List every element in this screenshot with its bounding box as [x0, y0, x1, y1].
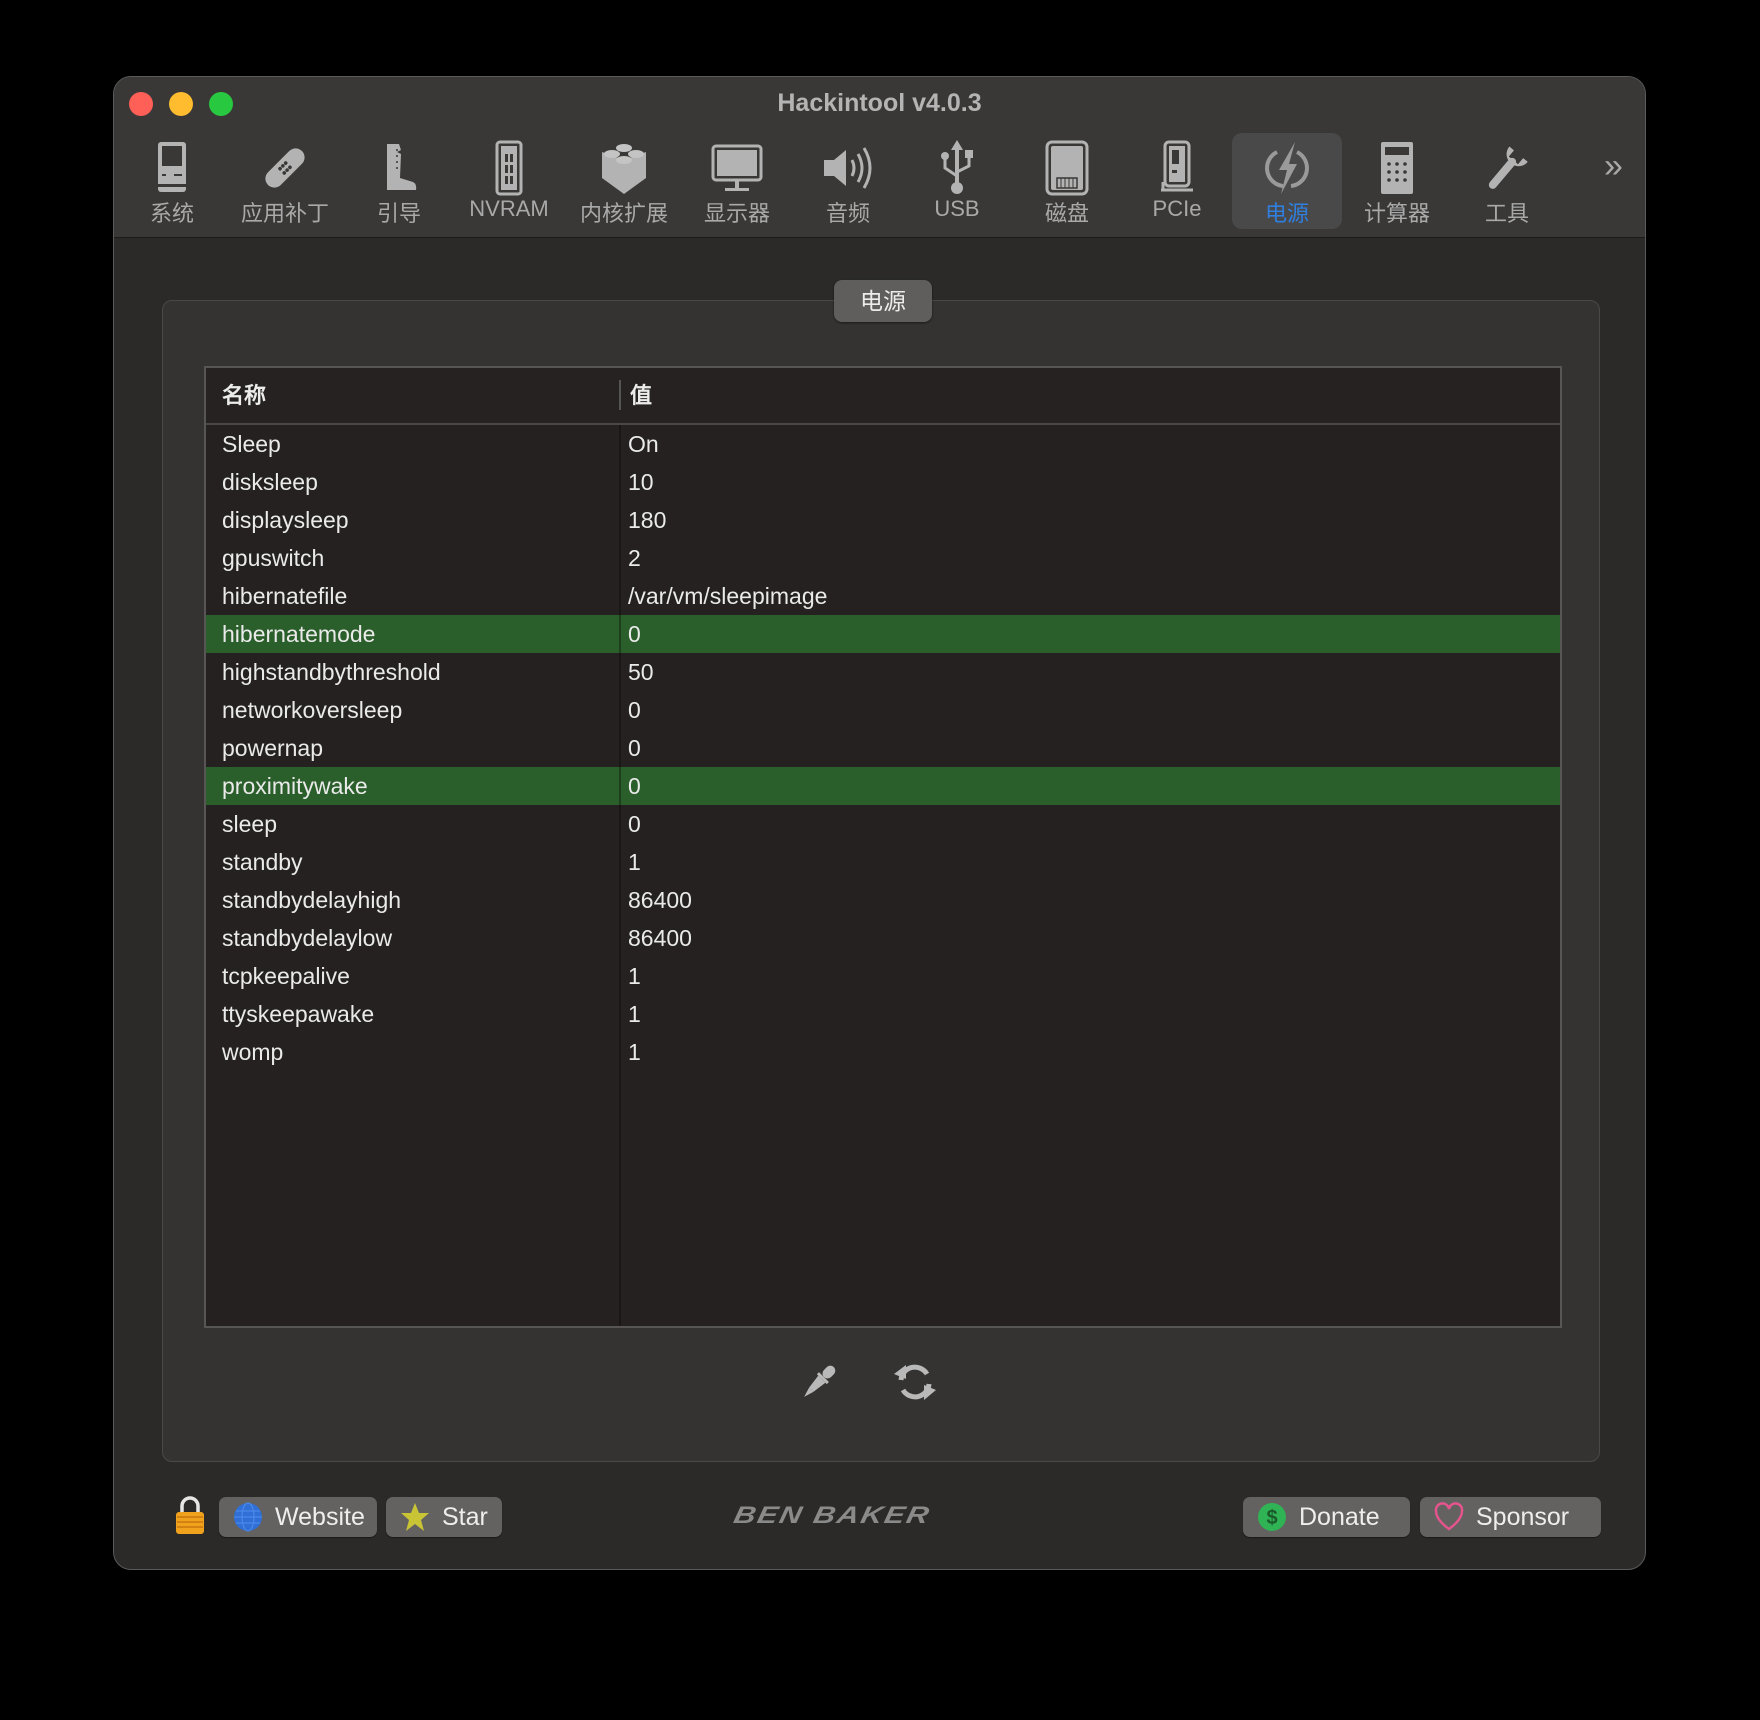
toolbar-overflow-chevron-icon[interactable]: »	[1604, 147, 1623, 186]
row-value: 1	[628, 1039, 641, 1065]
row-name: hibernatemode	[222, 621, 376, 647]
refresh-icon	[894, 1364, 936, 1400]
website-button[interactable]: Website	[219, 1497, 377, 1537]
row-value: /var/vm/sleepimage	[628, 583, 828, 609]
table-row[interactable]: highstandbythreshold 50	[206, 653, 1560, 691]
row-value: 86400	[628, 887, 692, 913]
toolbar-item-label: 工具	[1484, 201, 1529, 226]
column-header-name[interactable]: 名称	[222, 368, 266, 423]
computer-icon	[142, 138, 202, 198]
power-section-tab[interactable]: 电源	[834, 280, 932, 322]
row-value: On	[628, 431, 659, 457]
table-header: 名称 值	[206, 368, 1560, 425]
table-body: Sleep On disksleep 10 displaysleep 180 gpuswit…	[206, 425, 1560, 1071]
row-name: standbydelaylow	[222, 925, 393, 951]
toolbar-item-12[interactable]: 工具	[1452, 133, 1562, 229]
table-row[interactable]: womp 1	[206, 1033, 1560, 1071]
row-value: 180	[628, 507, 667, 533]
row-value: 2	[628, 545, 641, 571]
table-row[interactable]: standbydelayhigh 86400	[206, 881, 1560, 919]
sponsor-button[interactable]: Sponsor	[1420, 1497, 1601, 1537]
column-divider[interactable]	[619, 380, 621, 410]
row-value: 0	[628, 697, 641, 723]
table-row[interactable]: hibernatefile/var/vm/sleepimage	[206, 577, 1560, 615]
table-row[interactable]: tcpkeepalive 1	[206, 957, 1560, 995]
row-name: ttyskeepawake	[222, 1001, 375, 1027]
svg-text:$: $	[1266, 1507, 1277, 1529]
row-name: proximitywake	[222, 773, 368, 799]
row-name: standby	[222, 849, 303, 875]
row-value: 10	[628, 469, 654, 495]
boot-icon	[369, 138, 429, 198]
disk-icon	[1037, 138, 1097, 198]
refresh-button[interactable]	[890, 1357, 940, 1407]
row-name: gpuswitch	[222, 545, 325, 571]
table-row[interactable]: standby 1	[206, 843, 1560, 881]
bandage-icon	[255, 138, 315, 198]
row-name: powernap	[222, 735, 324, 761]
row-name: networkoversleep	[222, 697, 403, 723]
power-settings-table: 名称 值 Sleep On disksleep 10 displaysleep 180 gp…	[204, 366, 1562, 1328]
table-row[interactable]: powernap 0	[206, 729, 1560, 767]
star-icon	[401, 1503, 429, 1531]
row-name: sleep	[222, 811, 277, 837]
wrench-icon	[1477, 138, 1537, 198]
heart-icon	[1434, 1502, 1464, 1531]
dropper-icon	[804, 1365, 836, 1397]
dollar-icon: $	[1258, 1503, 1286, 1531]
table-row[interactable]: sleep 0	[206, 805, 1560, 843]
sponsor-label: Sponsor	[1476, 1503, 1570, 1531]
toolbar: Hackintool v4.0.3 系统 应用补丁 引导 NVRAM 内核扩展 显示器 音频…	[114, 77, 1645, 238]
globe-icon	[234, 1502, 262, 1532]
row-value: 50	[628, 659, 654, 685]
power-bolt-icon	[1257, 138, 1317, 198]
usb-icon	[927, 138, 987, 198]
row-value: 86400	[628, 925, 692, 951]
column-header-value[interactable]: 值	[630, 368, 652, 423]
toolbar-item-3[interactable]: NVRAM	[454, 133, 564, 229]
row-value: 0	[628, 621, 641, 647]
star-button[interactable]: Star	[386, 1497, 502, 1537]
ben-baker-logo: BEN BAKER	[731, 1502, 934, 1529]
table-row[interactable]: ttyskeepawake 1	[206, 995, 1560, 1033]
row-name: Sleep	[222, 431, 281, 457]
row-name: tcpkeepalive	[222, 963, 350, 989]
lego-brick-icon	[594, 138, 654, 198]
donate-label: Donate	[1299, 1503, 1380, 1531]
row-name: highstandbythreshold	[222, 659, 441, 685]
row-name: womp	[222, 1039, 284, 1065]
row-value: 1	[628, 1001, 641, 1027]
app-window: Hackintool v4.0.3 系统 应用补丁 引导 NVRAM 内核扩展 显示器 音频…	[113, 76, 1646, 1570]
table-row[interactable]: proximitywake 0	[206, 767, 1560, 805]
table-row[interactable]: networkoversleep 0	[206, 691, 1560, 729]
row-name: standbydelayhigh	[222, 887, 402, 913]
row-value: 0	[628, 735, 641, 761]
table-row[interactable]: disksleep 10	[206, 463, 1560, 501]
pcie-card-icon	[1147, 138, 1207, 198]
monitor-icon	[707, 138, 767, 198]
table-row[interactable]: gpuswitch 2	[206, 539, 1560, 577]
lock-icon[interactable]	[174, 1495, 206, 1535]
calculator-icon	[1367, 138, 1427, 198]
row-value: 0	[628, 773, 641, 799]
row-value: 1	[628, 849, 641, 875]
memory-chip-icon	[479, 138, 539, 198]
row-value: 1	[628, 963, 641, 989]
window-title: Hackintool v4.0.3	[777, 89, 982, 117]
table-row[interactable]: hibernatemode 0	[206, 615, 1560, 653]
row-name: hibernatefile	[222, 583, 348, 609]
speaker-icon	[818, 138, 878, 198]
table-row[interactable]: displaysleep 180	[206, 501, 1560, 539]
website-label: Website	[275, 1503, 365, 1531]
row-value: 0	[628, 811, 641, 837]
table-row[interactable]: standbydelaylow 86400	[206, 919, 1560, 957]
donate-button[interactable]: $ Donate	[1243, 1497, 1410, 1537]
row-name: displaysleep	[222, 507, 349, 533]
row-name: disksleep	[222, 469, 318, 495]
star-label: Star	[442, 1503, 488, 1531]
fix-button[interactable]	[794, 1357, 844, 1407]
table-row[interactable]: Sleep On	[206, 425, 1560, 463]
